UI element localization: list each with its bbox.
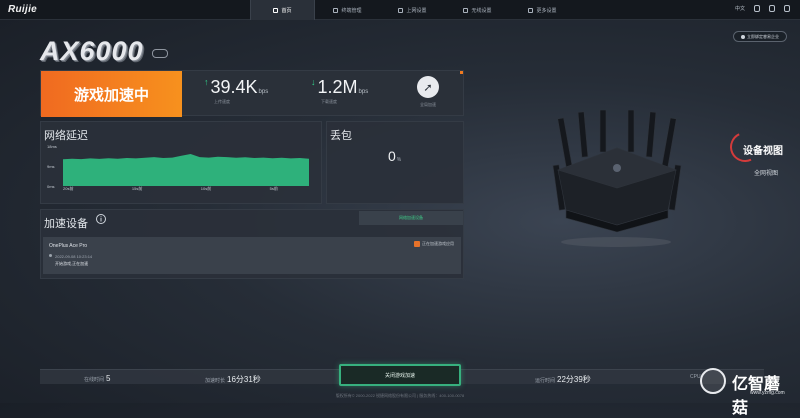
language-select[interactable]: 中文 <box>735 5 745 12</box>
upload-label: 上传速度 <box>214 99 230 104</box>
brand-logo[interactable]: Ruijie <box>8 4 37 15</box>
main-nav: 首页 终端管理 上网设置 无线设置 更多设置 <box>250 0 575 20</box>
nav-home[interactable]: 首页 <box>250 0 315 20</box>
device-game-status: 开始游戏,正在加速 <box>55 261 89 266</box>
game-app-icon <box>414 241 420 247</box>
arrow-up-icon: ↑ <box>204 77 209 87</box>
packet-loss-panel: 丢包 0% <box>326 121 464 204</box>
boost-label: 全局加速 <box>420 102 436 107</box>
nav-label: 首页 <box>281 7 292 14</box>
home-icon <box>273 7 279 13</box>
globe-icon <box>398 7 404 13</box>
duration-value: 16分31秒 <box>227 375 261 384</box>
bind-enterprise-button[interactable]: 立即绑定睿易企业 <box>733 31 787 42</box>
download-unit: bps <box>358 89 369 95</box>
y-tick-label: 9ms <box>47 164 55 169</box>
runtime-value: 22分39秒 <box>557 375 591 384</box>
arrow-down-icon: ↓ <box>311 77 316 87</box>
upload-value: 39.4K <box>210 77 258 97</box>
x-tick-label: 5s前 <box>270 185 278 191</box>
bind-label: 立即绑定睿易企业 <box>747 33 779 39</box>
packet-loss-title: 丢包 <box>330 130 352 142</box>
mushroom-logo-icon <box>700 368 726 394</box>
latency-chart: 18ms 9ms 0ms 20s前 15s前 10s前 5s前 <box>47 144 309 191</box>
settings-icon <box>528 7 534 13</box>
devices-tab[interactable]: 网络加速设备 <box>359 211 463 225</box>
network-view-tab[interactable]: 全网视图 <box>754 168 778 177</box>
x-tick-label: 10s前 <box>201 185 211 191</box>
y-tick-label: 0ms <box>47 184 55 189</box>
devices-title: 加速设备 <box>44 218 88 230</box>
nav-label: 终端管理 <box>341 7 362 14</box>
copyright: 版权所有© 2000-2022 锐捷网络股份有限公司 | 服务热线：400-10… <box>335 393 465 398</box>
duration-stat: 加速时长 16分31秒 <box>205 374 261 385</box>
online-label: 在线时间 <box>84 377 105 383</box>
rocket-icon[interactable]: ➚ <box>417 76 439 98</box>
online-stat: 在线时间 5 <box>84 374 110 383</box>
devices-panel: 加速设备 网络加速设备 OnePlus Ace Pro 2022-09-08 1… <box>40 209 464 279</box>
top-bar: Ruijie 首页 终端管理 上网设置 无线设置 更多设置 中文 <box>0 0 800 20</box>
online-value: 5 <box>106 374 111 383</box>
download-stat: ↓ 1.2Mbps 下载速度 <box>311 77 368 105</box>
runtime-label: 运行时间 <box>535 378 556 384</box>
packet-loss-unit: % <box>396 157 402 163</box>
gamepad-icon <box>152 49 168 58</box>
corner-accent <box>460 71 463 74</box>
cpu-stat: CPU <box>690 374 701 380</box>
packet-loss-value: 0 <box>388 148 396 164</box>
wifi-icon <box>463 7 469 13</box>
device-view-tab[interactable]: 设备视图 <box>743 142 783 157</box>
nav-more[interactable]: 更多设置 <box>510 0 575 20</box>
nav-label: 更多设置 <box>536 7 557 14</box>
nav-label: 上网设置 <box>406 7 427 14</box>
info-icon[interactable] <box>95 213 107 225</box>
x-tick-label: 15s前 <box>132 185 142 191</box>
nav-terminal[interactable]: 终端管理 <box>315 0 380 20</box>
device-name: OnePlus Ace Pro <box>49 243 88 249</box>
duration-label: 加速时长 <box>205 378 226 384</box>
router-image <box>552 110 682 247</box>
top-right-tools: 中文 <box>735 5 790 12</box>
global-boost[interactable]: ➚ 全局加速 <box>417 76 439 108</box>
phone-icon[interactable] <box>754 5 760 12</box>
packet-loss-value-wrap: 0% <box>388 148 401 164</box>
power-icon[interactable] <box>784 5 790 12</box>
x-tick-label: 20s前 <box>63 185 73 191</box>
nav-wireless[interactable]: 无线设置 <box>445 0 510 20</box>
stop-acceleration-button[interactable]: 关闭游戏加速 <box>339 364 461 386</box>
watermark: 亿智蘑菇 www.yzmg.com <box>700 368 795 417</box>
latency-area <box>63 154 309 186</box>
cpu-label: CPU <box>690 374 701 380</box>
download-label: 下载速度 <box>321 99 337 104</box>
link-icon <box>741 34 745 39</box>
device-tag-label: 正在加速游戏应用 <box>422 241 454 246</box>
device-tag: 正在加速游戏应用 <box>414 241 454 247</box>
download-value: 1.2M <box>317 77 358 97</box>
upload-unit: bps <box>258 89 269 95</box>
y-tick-label: 18ms <box>47 144 57 149</box>
nav-label: 无线设置 <box>471 7 492 14</box>
game-acceleration-button[interactable]: 游戏加速中 <box>41 71 182 117</box>
devices-icon <box>333 7 339 13</box>
runtime-stat: 运行时间 22分39秒 <box>535 374 591 385</box>
bell-icon[interactable] <box>769 5 775 12</box>
model-title: AX6000 <box>40 36 144 66</box>
upload-stat: ↑ 39.4Kbps 上传速度 <box>204 77 268 105</box>
device-card[interactable]: OnePlus Ace Pro 2022-09-08 10:23:14 开始游戏… <box>43 237 461 274</box>
device-time: 2022-09-08 10:23:14 <box>55 254 93 259</box>
watermark-url: www.yzmg.com <box>750 390 785 396</box>
latency-panel: 网络延迟 18ms 9ms 0ms 20s前 15s前 10s前 5s前 <box>40 121 322 204</box>
clock-icon <box>49 254 52 257</box>
nav-internet[interactable]: 上网设置 <box>380 0 445 20</box>
status-bar: 游戏加速中 ↑ 39.4Kbps 上传速度 ↓ 1.2Mbps 下载速度 ➚ 全局加… <box>40 70 464 117</box>
